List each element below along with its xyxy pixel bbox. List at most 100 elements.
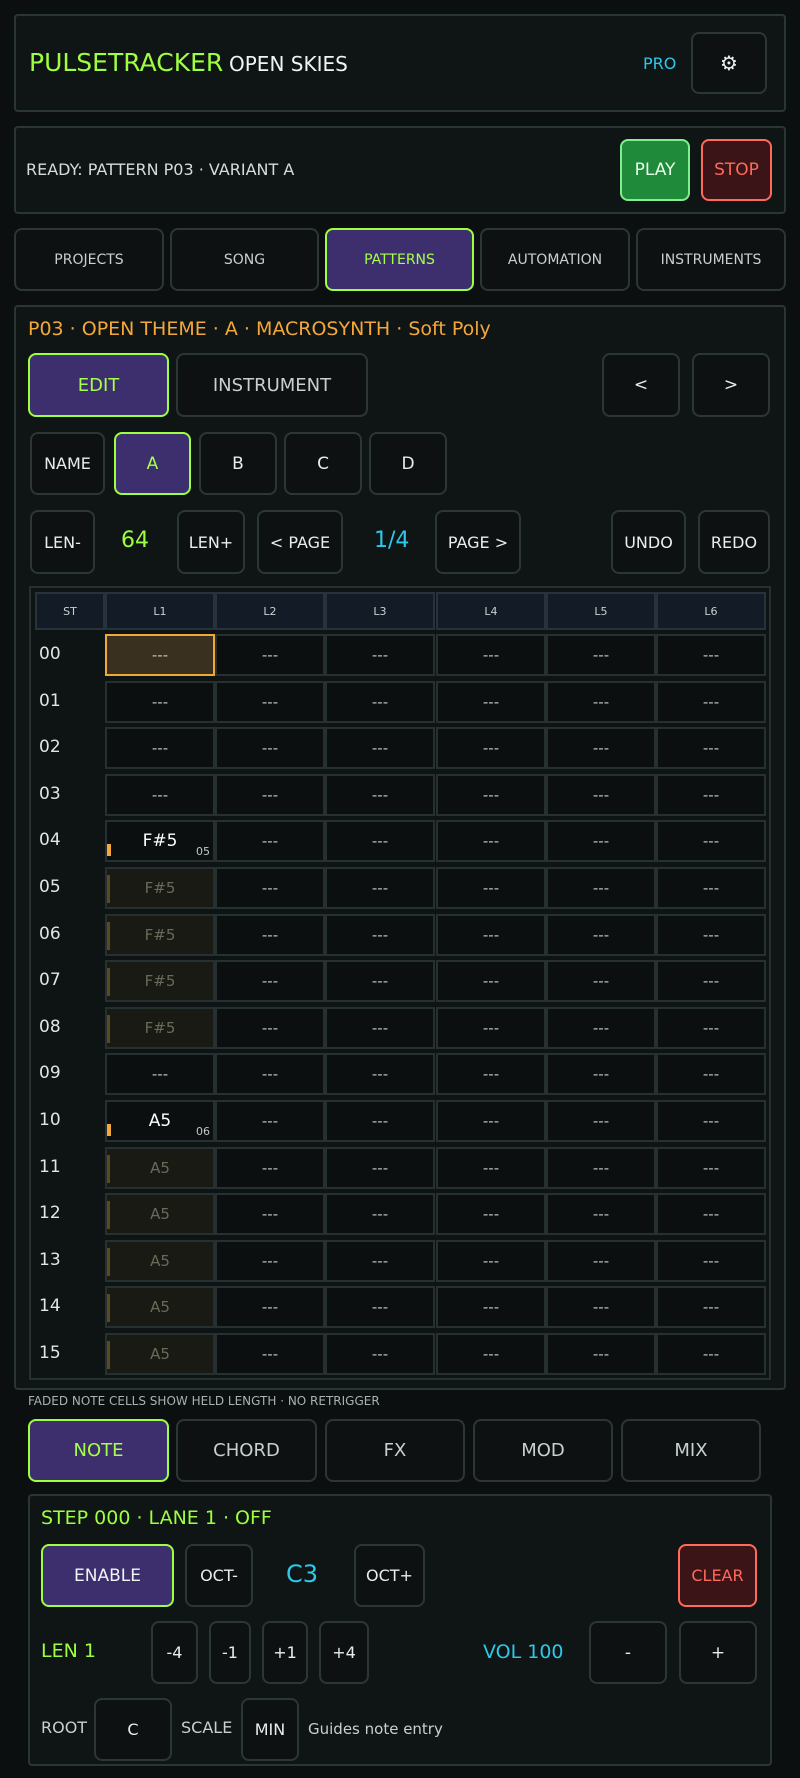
step-cell[interactable]: ---: [325, 960, 435, 1003]
length-minus-1-button[interactable]: -1: [209, 1621, 251, 1684]
step-cell[interactable]: F#5: [105, 1006, 215, 1049]
length-decrease-button[interactable]: LEN-: [30, 510, 95, 574]
step-cell[interactable]: ---: [325, 1239, 435, 1282]
step-cell[interactable]: ---: [325, 1333, 435, 1375]
step-cell[interactable]: ---: [656, 1286, 766, 1329]
step-cell[interactable]: F#5: [105, 867, 215, 909]
step-cell[interactable]: ---: [546, 1333, 656, 1375]
step-cell[interactable]: ---: [436, 867, 546, 909]
step-cell[interactable]: ---: [215, 1333, 325, 1375]
step-cell[interactable]: ---: [215, 1286, 325, 1329]
variant-a-button[interactable]: A: [114, 432, 191, 495]
mode-tab-chord[interactable]: CHORD: [176, 1419, 317, 1482]
mode-tab-mix[interactable]: MIX: [621, 1419, 761, 1482]
step-cell[interactable]: ---: [656, 680, 766, 723]
mode-tab-note[interactable]: NOTE: [28, 1419, 169, 1482]
step-cell[interactable]: ---: [325, 913, 435, 956]
step-cell[interactable]: ---: [546, 680, 656, 723]
length-increase-button[interactable]: LEN+: [177, 510, 245, 574]
step-cell[interactable]: ---: [436, 773, 546, 816]
step-cell[interactable]: ---: [546, 1006, 656, 1049]
step-cell[interactable]: ---: [656, 634, 766, 676]
step-cell[interactable]: F#5: [105, 913, 215, 956]
step-cell[interactable]: ---: [546, 913, 656, 956]
clear-button[interactable]: CLEAR: [678, 1544, 757, 1607]
step-cell[interactable]: ---: [325, 867, 435, 909]
step-cell[interactable]: ---: [436, 680, 546, 723]
root-selector[interactable]: C: [94, 1698, 172, 1761]
page-next-button[interactable]: PAGE >: [435, 510, 521, 574]
step-cell[interactable]: ---: [656, 820, 766, 863]
step-cell[interactable]: ---: [436, 1006, 546, 1049]
step-cell[interactable]: ---: [436, 1333, 546, 1375]
step-cell[interactable]: ---: [215, 1053, 325, 1096]
step-cell[interactable]: ---: [546, 1146, 656, 1189]
step-cell[interactable]: ---: [436, 820, 546, 863]
step-cell[interactable]: ---: [215, 1006, 325, 1049]
step-cell[interactable]: ---: [105, 727, 215, 770]
step-cell[interactable]: ---: [436, 634, 546, 676]
step-cell[interactable]: ---: [656, 867, 766, 909]
instrument-button[interactable]: INSTRUMENT: [176, 353, 368, 417]
step-cell[interactable]: ---: [215, 960, 325, 1003]
step-cell[interactable]: ---: [546, 1100, 656, 1142]
step-cell[interactable]: ---: [546, 773, 656, 816]
prev-pattern-button[interactable]: <: [602, 353, 680, 417]
step-cell[interactable]: ---: [215, 1146, 325, 1189]
redo-button[interactable]: REDO: [698, 510, 770, 574]
play-button[interactable]: PLAY: [620, 139, 690, 201]
step-cell[interactable]: ---: [105, 1053, 215, 1096]
tab-patterns[interactable]: PATTERNS: [325, 228, 474, 291]
length-minus-4-button[interactable]: -4: [151, 1621, 198, 1684]
step-cell[interactable]: ---: [325, 727, 435, 770]
step-cell[interactable]: ---: [215, 634, 325, 676]
mode-tab-mod[interactable]: MOD: [473, 1419, 613, 1482]
step-cell[interactable]: A5: [105, 1193, 215, 1236]
step-cell[interactable]: ---: [215, 680, 325, 723]
step-cell[interactable]: ---: [656, 913, 766, 956]
scale-selector[interactable]: MIN: [241, 1698, 299, 1761]
step-cell[interactable]: ---: [325, 634, 435, 676]
next-pattern-button[interactable]: >: [692, 353, 770, 417]
step-cell[interactable]: ---: [436, 1146, 546, 1189]
step-cell[interactable]: ---: [105, 680, 215, 723]
step-cell[interactable]: ---: [215, 1100, 325, 1142]
step-cell[interactable]: ---: [325, 773, 435, 816]
step-cell[interactable]: ---: [215, 773, 325, 816]
step-cell[interactable]: ---: [546, 1286, 656, 1329]
step-cell[interactable]: ---: [436, 1286, 546, 1329]
octave-up-button[interactable]: OCT+: [354, 1544, 425, 1607]
step-cell[interactable]: ---: [546, 634, 656, 676]
step-cell[interactable]: ---: [656, 1333, 766, 1375]
step-cell[interactable]: ---: [546, 960, 656, 1003]
step-cell[interactable]: ---: [546, 820, 656, 863]
settings-button[interactable]: ⚙: [691, 32, 767, 94]
step-cell[interactable]: ---: [215, 727, 325, 770]
step-cell[interactable]: ---: [215, 820, 325, 863]
name-button[interactable]: NAME: [30, 432, 105, 495]
step-cell[interactable]: ---: [215, 867, 325, 909]
step-cell[interactable]: ---: [546, 1239, 656, 1282]
step-cell[interactable]: F#5 05: [105, 820, 215, 863]
step-cell[interactable]: ---: [546, 867, 656, 909]
step-cell[interactable]: ---: [215, 1193, 325, 1236]
step-cell[interactable]: F#5: [105, 960, 215, 1003]
edit-button[interactable]: EDIT: [28, 353, 169, 417]
step-cell[interactable]: ---: [325, 1053, 435, 1096]
variant-c-button[interactable]: C: [284, 432, 362, 495]
undo-button[interactable]: UNDO: [611, 510, 686, 574]
step-cell[interactable]: ---: [656, 1193, 766, 1236]
step-cell[interactable]: ---: [436, 727, 546, 770]
step-cell[interactable]: ---: [325, 1146, 435, 1189]
page-prev-button[interactable]: < PAGE: [257, 510, 343, 574]
step-cell[interactable]: ---: [436, 913, 546, 956]
step-cell[interactable]: ---: [325, 820, 435, 863]
step-cell[interactable]: ---: [656, 1100, 766, 1142]
step-cell[interactable]: ---: [215, 913, 325, 956]
variant-d-button[interactable]: D: [369, 432, 447, 495]
step-cell[interactable]: ---: [105, 634, 215, 676]
length-plus-4-button[interactable]: +4: [319, 1621, 369, 1684]
step-cell[interactable]: ---: [656, 1239, 766, 1282]
step-cell[interactable]: ---: [656, 960, 766, 1003]
step-cell[interactable]: ---: [325, 1286, 435, 1329]
